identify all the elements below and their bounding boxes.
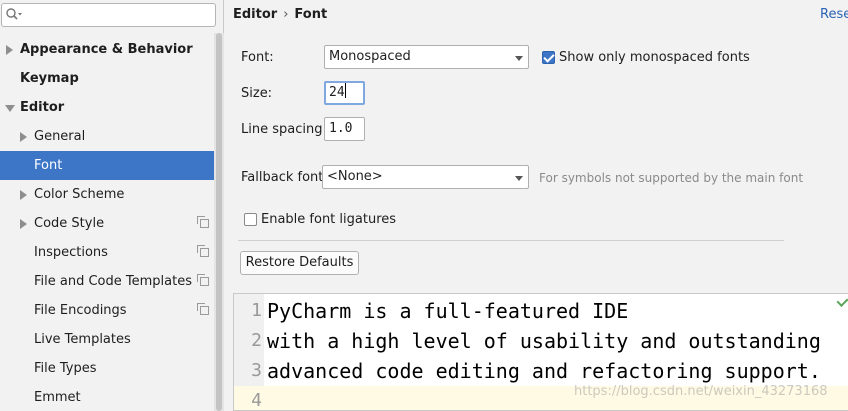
project-settings-icon — [197, 216, 209, 228]
breadcrumb-parent: Editor — [233, 7, 278, 22]
sidebar-item-editor[interactable]: Editor — [0, 93, 223, 122]
line-spacing-input-value: 1.0 — [329, 121, 353, 136]
breadcrumb-current: Font — [294, 7, 328, 22]
breadcrumb-separator: › — [283, 7, 289, 22]
expand-arrow-icon[interactable] — [6, 45, 13, 55]
line-number: 1 — [251, 300, 262, 321]
restore-defaults-button[interactable]: Restore Defaults — [240, 251, 359, 275]
sidebar-item-general[interactable]: General — [0, 122, 223, 151]
text-cursor — [344, 83, 346, 98]
sidebar-item-label: Keymap — [20, 71, 79, 86]
project-settings-icon — [197, 245, 209, 257]
chevron-down-icon[interactable] — [515, 176, 523, 181]
line-number: 3 — [251, 360, 262, 381]
font-combobox-value: Monospaced — [329, 49, 411, 64]
preview-line: 2 with a high level of usability and out… — [234, 326, 848, 356]
fallback-font-value: <None> — [327, 169, 383, 184]
sidebar-scrollbar-thumb[interactable] — [216, 33, 222, 411]
sidebar-item-live-templates[interactable]: Live Templates — [0, 325, 223, 354]
sidebar-item-font[interactable]: Font — [0, 151, 223, 180]
line-text: advanced code editing and refactoring su… — [267, 359, 821, 383]
monospaced-only-label[interactable]: Show only monospaced fonts — [559, 49, 750, 67]
project-settings-icon — [197, 274, 209, 286]
breadcrumb: Editor › Font — [233, 6, 327, 24]
reset-link[interactable]: Reset — [820, 6, 848, 24]
settings-sidebar: Appearance & Behavior Keymap Editor Gene… — [0, 0, 224, 411]
sidebar-item-label: Inspections — [34, 245, 108, 260]
sidebar-item-label: Code Style — [34, 216, 105, 231]
line-spacing-label: Line spacing: — [241, 122, 327, 137]
section-divider — [238, 240, 784, 241]
font-preview-editor[interactable]: 1 PyCharm is a full-featured IDE 2 with … — [233, 293, 848, 411]
settings-search-input[interactable] — [24, 6, 212, 24]
line-spacing-input[interactable]: 1.0 — [324, 117, 365, 141]
size-input[interactable]: 24 — [324, 81, 365, 105]
line-text: with a high level of usability and outst… — [267, 329, 821, 353]
font-combobox[interactable]: Monospaced — [324, 45, 529, 69]
sidebar-item-file-code-templates[interactable]: File and Code Templates — [0, 267, 223, 296]
fallback-font-combobox[interactable]: <None> — [322, 165, 529, 189]
sidebar-item-label: File Encodings — [34, 303, 127, 318]
sidebar-item-label: Editor — [20, 100, 65, 115]
font-settings-panel: Editor › Font Reset Font: Monospaced Show … — [225, 0, 848, 411]
sidebar-item-label: Appearance & Behavior — [20, 42, 193, 57]
sidebar-item-appearance-behavior[interactable]: Appearance & Behavior — [0, 35, 223, 64]
project-settings-icon — [197, 303, 209, 315]
size-input-value: 24 — [329, 85, 345, 100]
font-ligatures-label[interactable]: Enable font ligatures — [261, 211, 396, 229]
sidebar-item-inspections[interactable]: Inspections — [0, 238, 223, 267]
font-ligatures-checkbox[interactable] — [244, 213, 257, 226]
font-label: Font: — [241, 50, 274, 65]
preview-line: 1 PyCharm is a full-featured IDE — [234, 296, 848, 326]
monospaced-only-checkbox[interactable] — [542, 51, 555, 64]
line-text: PyCharm is a full-featured IDE — [267, 299, 629, 323]
fallback-font-label: Fallback font: — [241, 170, 328, 185]
sidebar-item-label: General — [34, 129, 86, 144]
expand-arrow-icon[interactable] — [20, 132, 27, 142]
fallback-font-hint: For symbols not supported by the main fo… — [539, 171, 804, 185]
preview-line: 3 advanced code editing and refactoring … — [234, 356, 848, 386]
sidebar-item-file-encodings[interactable]: File Encodings — [0, 296, 223, 325]
search-icon[interactable] — [5, 7, 23, 23]
watermark: https://blog.csdn.net/weixin_43273168 — [574, 384, 828, 399]
sidebar-item-label: Color Scheme — [34, 187, 125, 202]
sidebar-item-label: Font — [34, 158, 63, 173]
chevron-down-icon[interactable] — [515, 56, 523, 61]
sidebar-item-color-scheme[interactable]: Color Scheme — [0, 180, 223, 209]
expand-arrow-icon[interactable] — [20, 219, 27, 229]
size-label: Size: — [241, 86, 273, 101]
sidebar-item-file-types[interactable]: File Types — [0, 354, 223, 383]
expand-arrow-icon[interactable] — [20, 190, 27, 200]
line-number: 4 — [234, 386, 262, 410]
sidebar-item-label: File and Code Templates — [34, 274, 192, 289]
line-number: 2 — [251, 330, 262, 351]
sidebar-item-label: File Types — [34, 361, 97, 376]
sidebar-item-emmet[interactable]: Emmet — [0, 383, 223, 411]
sidebar-item-keymap[interactable]: Keymap — [0, 64, 223, 93]
collapse-arrow-icon[interactable] — [5, 105, 15, 112]
settings-search-box[interactable] — [1, 3, 216, 27]
sidebar-item-label: Live Templates — [34, 332, 131, 347]
sidebar-item-label: Emmet — [34, 390, 81, 405]
sidebar-item-code-style[interactable]: Code Style — [0, 209, 223, 238]
